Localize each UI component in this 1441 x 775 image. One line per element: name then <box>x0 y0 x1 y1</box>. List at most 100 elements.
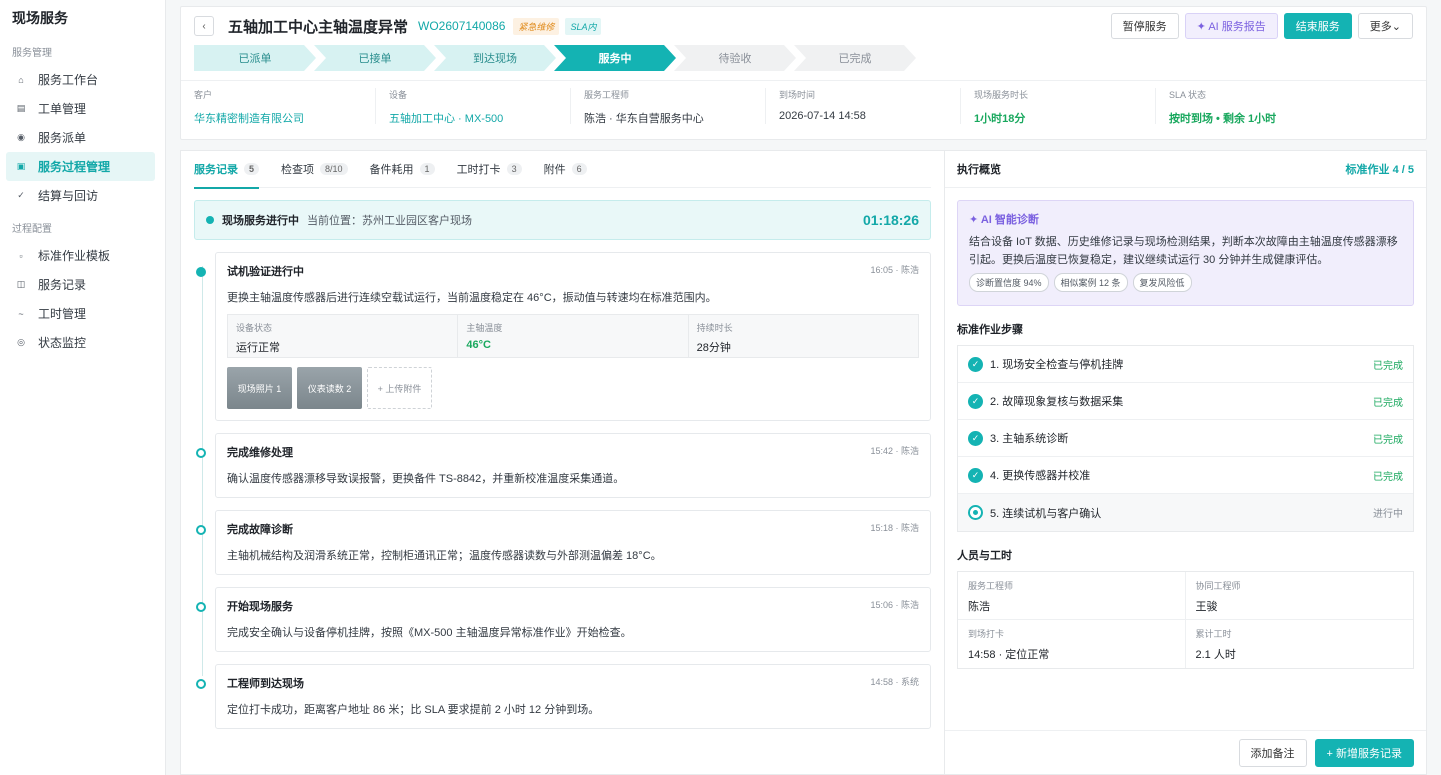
sidebar-item-template[interactable]: ▫ 标准作业模板 <box>6 241 155 270</box>
tab-count: 6 <box>571 163 587 175</box>
urgent-tag: 紧急维修 <box>513 17 560 35</box>
people-cell: 服务工程师 陈浩 <box>958 572 1186 620</box>
sidebar-item-label: 工单管理 <box>38 102 87 116</box>
header-actions: 暂停服务 ✦ AI 服务报告 结束服务 更多⌄ <box>1110 13 1413 39</box>
entry-meta: 15:42 · 陈浩 <box>870 446 919 456</box>
entry-header: 试机验证进行中 16:05 · 陈浩 <box>227 263 919 279</box>
more-button[interactable]: 更多⌄ <box>1357 13 1413 39</box>
step-dispatched: 已派单 <box>194 45 316 71</box>
check-circle-icon: ✓ <box>968 356 983 372</box>
people-cell: 累计工时 2.1 人时 <box>1186 620 1414 668</box>
detail-body: 服务记录 5 检查项 8/10 备件耗用 1 工时打卡 3 附件 6 现场服务进行中 当前… <box>180 150 1427 775</box>
people-label: 服务工程师 <box>968 581 1014 591</box>
sop-step[interactable]: ✓ 2. 故障现象复核与数据采集 已完成 <box>958 383 1413 420</box>
tab-label: 检查项 <box>281 164 315 176</box>
tab-attachments[interactable]: 附件 6 <box>544 151 587 188</box>
entry-desc: 主轴机械结构及润滑系统正常，控制柜通讯正常；温度传感器读数与外部测温偏差 18°… <box>227 550 662 562</box>
sidebar-item-orders[interactable]: ▤ 工单管理 <box>6 94 155 123</box>
ai-report-button[interactable]: ✦ AI 服务报告 <box>1184 13 1278 39</box>
device-link[interactable]: 五轴加工中心 · MX-500 <box>389 110 570 126</box>
tab-bar: 服务记录 5 检查项 8/10 备件耗用 1 工时打卡 3 附件 6 <box>194 151 931 189</box>
similar-cases-chip[interactable]: 相似案例 12 条 <box>1053 273 1128 292</box>
main-content: ‹ 五轴加工中心主轴温度异常 WO2607140086 紧急维修 SLA内 暂停… <box>166 0 1441 775</box>
entry-desc: 确认温度传感器漂移导致误报警，更换备件 TS-8842，并重新校准温度采集通道。 <box>227 473 625 485</box>
overview-header: 执行概览 标准作业 4 / 5 <box>945 151 1426 188</box>
confidence-chip: 诊断置信度 94% <box>969 273 1049 292</box>
people-value: 2.1 人时 <box>1195 649 1236 661</box>
tab-label: 附件 <box>543 164 566 176</box>
nav-list-1: ⌂ 服务工作台 ▤ 工单管理 ◉ 服务派单 ▣ 服务过程管理 ✓ 结算与回访 <box>0 65 165 210</box>
sop-step[interactable]: ✓ 4. 更换传感器并校准 已完成 <box>958 457 1413 494</box>
sop-step-label: 1. 现场安全检查与停机挂牌 <box>990 359 1124 371</box>
metric-status: 设备状态 运行正常 <box>228 315 459 357</box>
tab-count: 3 <box>506 163 522 175</box>
sidebar-item-hours[interactable]: ~ 工时管理 <box>6 299 155 328</box>
sop-step-current[interactable]: 5. 连续试机与客户确认 进行中 <box>958 494 1413 531</box>
timeline-entry: 开始现场服务 15:06 · 陈浩 完成安全确认与设备停机挂牌，按照《MX-500… <box>196 587 931 652</box>
add-note-button[interactable]: 添加备注 <box>1238 738 1307 767</box>
tab-timecard[interactable]: 工时打卡 3 <box>457 151 522 188</box>
sidebar-item-records[interactable]: ◫ 服务记录 <box>6 270 155 299</box>
home-icon: ⌂ <box>18 74 24 85</box>
tab-label: 工时打卡 <box>456 164 501 176</box>
info-label: 到场时间 <box>779 90 816 100</box>
entry-header: 工程师到达现场 14:58 · 系统 <box>227 675 919 691</box>
sidebar-item-label: 服务派单 <box>38 131 87 145</box>
info-value: 按时到场 • 剩余 1小时 <box>1169 113 1277 125</box>
add-record-button[interactable]: + 新增服务记录 <box>1314 738 1414 767</box>
sop-step-list: ✓ 1. 现场安全检查与停机挂牌已完成 ✓ 2. 故障现象复核与数据采集 已完成 ✓ 3… <box>957 345 1414 532</box>
metric-label: 主轴温度 <box>466 323 503 333</box>
sop-step-label: 4. 更换传感器并校准 <box>990 470 1091 482</box>
info-value: 1小时18分 <box>974 113 1026 125</box>
record-icon: ◫ <box>16 279 26 289</box>
process-icon: ▣ <box>16 161 26 171</box>
tab-records[interactable]: 服务记录 5 <box>194 151 260 189</box>
tab-checks[interactable]: 检查项 8/10 <box>281 151 348 188</box>
dispatch-icon: ◉ <box>17 132 25 142</box>
step-completed: 已完成 <box>794 45 916 71</box>
ai-diagnosis-card: ✦ AI 智能诊断 结合设备 IoT 数据、历史维修记录与现场检测结果，判断本次… <box>957 200 1414 306</box>
sidebar-item-workbench[interactable]: ⌂ 服务工作台 <box>6 65 155 94</box>
entry-header: 开始现场服务 15:06 · 陈浩 <box>227 598 919 614</box>
attachment-thumbs: 现场照片 1 仪表读数 2 + 上传附件 <box>227 367 919 409</box>
work-order-number: WO2607140086 <box>418 19 506 33</box>
people-value: 王骏 <box>1195 601 1218 613</box>
upload-attachment-button[interactable]: + 上传附件 <box>367 367 432 409</box>
info-label: 服务工程师 <box>584 90 630 100</box>
tab-label: 备件耗用 <box>369 164 414 176</box>
info-customer: 客户 华东精密制造有限公司 <box>181 88 376 126</box>
people-value: 陈浩 <box>968 601 990 613</box>
service-timer: 01:18:26 <box>862 212 919 228</box>
sidebar-item-process[interactable]: ▣ 服务过程管理 <box>6 152 155 181</box>
entry-title: 完成故障诊断 <box>227 524 293 536</box>
entry-meta: 16:05 · 陈浩 <box>870 265 919 275</box>
step-arrived: 到达现场 <box>434 45 556 71</box>
entry-desc: 定位打卡成功，距离客户地址 86 米；比 SLA 要求提前 2 小时 12 分钟… <box>227 704 600 716</box>
template-icon: ▫ <box>19 250 23 261</box>
sidebar-item-label: 标准作业模板 <box>38 249 111 263</box>
timeline-entry: 完成故障诊断 15:18 · 陈浩 主轴机械结构及润滑系统正常，控制柜通讯正常；温… <box>196 510 931 575</box>
people-label: 累计工时 <box>1195 629 1232 639</box>
sidebar-item-label: 工时管理 <box>38 307 87 321</box>
sidebar-item-monitor[interactable]: ◎ 状态监控 <box>6 328 155 357</box>
nav-group-service: 服务管理 <box>12 48 52 59</box>
sop-step-status: 已完成 <box>1373 397 1403 409</box>
sidebar-item-dispatch[interactable]: ◉ 服务派单 <box>6 123 155 152</box>
info-engineer: 服务工程师 陈浩 · 华东自营服务中心 <box>571 88 766 125</box>
timeline-entry: 工程师到达现场 14:58 · 系统 定位打卡成功，距离客户地址 86 米；比 S… <box>196 664 931 729</box>
pause-service-button[interactable]: 暂停服务 <box>1110 13 1179 39</box>
sidebar-item-settlement[interactable]: ✓ 结算与回访 <box>6 181 155 210</box>
sop-step-status: 进行中 <box>1373 509 1403 520</box>
photo-thumbnail[interactable]: 现场照片 1 <box>227 367 292 409</box>
meter-thumbnail[interactable]: 仪表读数 2 <box>297 367 362 409</box>
sop-step[interactable]: ✓ 1. 现场安全检查与停机挂牌 已完成 <box>958 346 1413 383</box>
panel-footer: 添加备注 + 新增服务记录 <box>945 730 1426 774</box>
end-service-button[interactable]: 结束服务 <box>1283 13 1352 39</box>
tab-parts[interactable]: 备件耗用 1 <box>370 151 435 188</box>
customer-link[interactable]: 华东精密制造有限公司 <box>194 110 375 126</box>
page-title: 五轴加工中心主轴温度异常 <box>228 18 409 36</box>
sop-step[interactable]: ✓ 3. 主轴系统诊断 已完成 <box>958 420 1413 457</box>
back-button[interactable]: ‹ <box>194 16 214 36</box>
people-value: 14:58 · 定位正常 <box>968 649 1050 661</box>
risk-chip: 复发风险低 <box>1132 273 1192 292</box>
